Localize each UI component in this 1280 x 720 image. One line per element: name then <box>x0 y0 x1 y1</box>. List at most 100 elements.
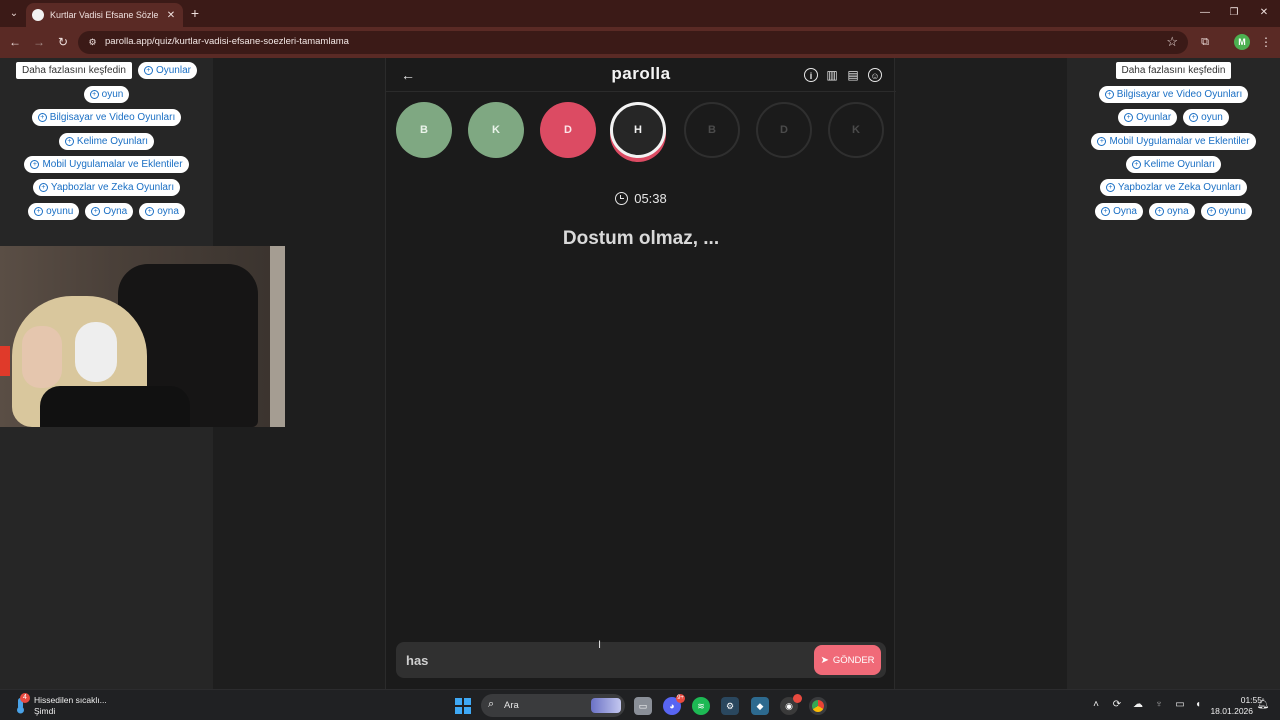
browser-menu-icon[interactable]: ⋮ <box>1260 35 1272 49</box>
show-hidden-icons-icon[interactable]: ˄ <box>1089 698 1103 712</box>
ad-chip-label: Bilgisayar ve Video Oyunları <box>1116 89 1243 100</box>
ad-chip[interactable]: + Oyna <box>1095 203 1143 220</box>
steam-icon[interactable]: ⚙ <box>721 697 739 715</box>
network-icon[interactable]: ▭ <box>1173 698 1187 712</box>
question-text: Dostum olmaz, ... <box>562 228 720 249</box>
game-header: ← parolla i ▥ ▤ ☺ <box>386 58 896 92</box>
plus-circle-icon: + <box>1104 90 1114 99</box>
ad-chip[interactable]: + Yapbozlar ve Zeka Oyunları <box>1099 179 1248 196</box>
ad-header: Daha fazlasını keşfedin <box>16 62 132 79</box>
address-bar[interactable]: ⚙ parolla.app/quiz/kurtlar-vadisi-efsane… <box>78 31 1188 54</box>
ad-chip-label: Yapbozlar ve Zeka Oyunları <box>1117 182 1242 193</box>
discord-badge: 9+ <box>676 694 685 703</box>
ad-chip[interactable]: + Bilgisayar ve Video Oyunları <box>1098 86 1249 103</box>
right-ad-panel: Daha fazlasını keşfedin + Bilgisayar ve Vi… <box>1067 58 1280 689</box>
ad-chip[interactable]: + oyna <box>139 203 185 220</box>
ad-chip-label: Kelime Oyunları <box>1143 159 1216 170</box>
minimize-icon[interactable]: — <box>1198 6 1212 20</box>
send-label: GÖNDER <box>832 654 875 666</box>
microphone-icon[interactable]: ♆ <box>1152 698 1166 712</box>
webcam-red-object <box>0 346 10 376</box>
sync-icon[interactable]: ⟳ <box>1110 698 1124 712</box>
ad-chip-label: Oyna <box>103 206 128 217</box>
close-window-icon[interactable]: ✕ <box>1257 6 1271 20</box>
timer: 05:38 <box>386 191 896 206</box>
ad-chip[interactable]: + Kelime Oyunları <box>58 133 155 150</box>
ad-chip-label: Oyunlar <box>1136 112 1172 123</box>
ad-chip[interactable]: + oyunu <box>28 203 80 220</box>
clock-date[interactable]: 18.01.2026 <box>1205 706 1253 716</box>
plus-circle-icon: + <box>38 183 48 192</box>
site-info-icon[interactable]: ⚙ <box>86 36 99 49</box>
ad-chip[interactable]: + Oyunlar <box>137 62 197 79</box>
parolla-favicon-icon <box>32 9 44 21</box>
discord-icon[interactable]: ◕ 9+ <box>663 694 685 715</box>
url-text[interactable]: parolla.app/quiz/kurtlar-vadisi-efsane-s… <box>105 36 349 47</box>
webcam-overlay <box>0 246 285 427</box>
answer-input[interactable] <box>406 650 806 670</box>
ad-chip[interactable]: + Yapbozlar ve Zeka Oyunları <box>32 179 181 196</box>
tab-close-icon[interactable]: ✕ <box>165 10 177 21</box>
user-icon[interactable]: ☺ <box>868 68 882 82</box>
browser-tab-active[interactable]: Kurtlar Vadisi Efsane Sözleri Tamamlama … <box>26 3 183 27</box>
plus-circle-icon: + <box>37 113 47 122</box>
ad-chip-row: + Bilgisayar ve Video Oyunları <box>0 109 213 126</box>
windows-start-icon[interactable] <box>455 698 471 714</box>
spotify-icon[interactable]: ≋ <box>692 697 710 715</box>
ad-chip[interactable]: + oyun <box>83 86 130 103</box>
restore-icon[interactable]: ❐ <box>1227 6 1241 20</box>
back-nav-icon[interactable]: ← <box>8 35 22 49</box>
plus-circle-icon: + <box>1131 160 1141 169</box>
tab-search-chevron-icon[interactable]: ⌄ <box>6 6 22 22</box>
send-button[interactable]: ➤ GÖNDER <box>814 645 881 675</box>
notifications-icon[interactable]: 🔔︎ <box>1256 698 1270 712</box>
ad-chip-label: Mobil Uygulamalar ve Eklentiler <box>1109 136 1250 147</box>
ad-chip[interactable]: + Oyna <box>85 203 134 220</box>
chrome-icon[interactable] <box>809 697 827 715</box>
chat-icon[interactable]: ▤ <box>846 68 860 82</box>
ad-chip[interactable]: + oyna <box>1148 203 1195 220</box>
app-icon[interactable]: ◆ <box>751 697 769 715</box>
plus-circle-icon: + <box>1189 113 1199 122</box>
info-icon[interactable]: i <box>804 68 818 82</box>
ad-chip[interactable]: + oyunu <box>1200 203 1252 220</box>
ad-chip[interactable]: + Kelime Oyunları <box>1125 156 1222 173</box>
ad-chip-row: + Yapbozlar ve Zeka Oyunları <box>1067 179 1280 196</box>
forward-nav-icon[interactable]: → <box>32 35 46 49</box>
ad-chip-row: + Kelime Oyunları <box>1067 156 1280 173</box>
cloud-icon[interactable]: ☁ <box>1131 698 1145 712</box>
new-tab-button[interactable]: + <box>188 5 202 21</box>
page-content: Daha fazlasını keşfedin + Oyunlar + oyun + Bil… <box>0 58 1280 689</box>
ad-chip-row: + Oyunlar + oyun <box>1067 109 1280 126</box>
letter-circle-correct: K <box>468 102 524 158</box>
ad-chip[interactable]: + Oyunlar <box>1118 109 1178 126</box>
weather-title[interactable]: Hissedilen sıcaklı... <box>34 695 107 705</box>
ad-chip[interactable]: + oyun <box>1183 109 1229 126</box>
ad-chip-label: oyunu <box>46 206 74 217</box>
volume-icon[interactable]: ◖ <box>1191 698 1205 712</box>
letter-circle-current: H <box>610 102 666 158</box>
stats-icon[interactable]: ▥ <box>825 68 839 82</box>
tab-title: Kurtlar Vadisi Efsane Sözleri Tamamlama <box>50 10 159 20</box>
letter-circle-pending: K <box>828 102 884 158</box>
ad-chip-label: Kelime Oyunları <box>76 136 149 147</box>
ad-chip[interactable]: + Bilgisayar ve Video Oyunları <box>31 109 182 126</box>
extensions-icon[interactable]: ⧉ <box>1198 35 1212 49</box>
send-icon: ➤ <box>820 654 829 666</box>
browser-navbar: ← → ↻ ⚙ parolla.app/quiz/kurtlar-vadisi-… <box>0 27 1280 58</box>
reload-icon[interactable]: ↻ <box>56 35 70 49</box>
plus-circle-icon: + <box>1124 113 1134 122</box>
text-cursor-icon: I <box>598 639 602 651</box>
task-view-icon[interactable]: ▭ <box>634 697 652 715</box>
parolla-logo[interactable]: parolla <box>386 64 896 84</box>
obs-icon[interactable]: ◉ <box>780 694 802 715</box>
profile-avatar[interactable]: M <box>1234 34 1250 50</box>
ad-chip[interactable]: + Mobil Uygulamalar ve Eklentiler <box>24 156 189 173</box>
ad-chip[interactable]: + Mobil Uygulamalar ve Eklentiler <box>1091 133 1256 150</box>
taskbar-search[interactable]: ⌕ Ara <box>481 694 625 717</box>
ad-chip-row: + Yapbozlar ve Zeka Oyunları <box>0 179 213 196</box>
clock-icon <box>615 192 629 205</box>
plus-circle-icon: + <box>1101 207 1111 216</box>
bookmark-star-icon[interactable]: ☆ <box>1166 34 1178 50</box>
webcam-headphones <box>75 322 117 382</box>
